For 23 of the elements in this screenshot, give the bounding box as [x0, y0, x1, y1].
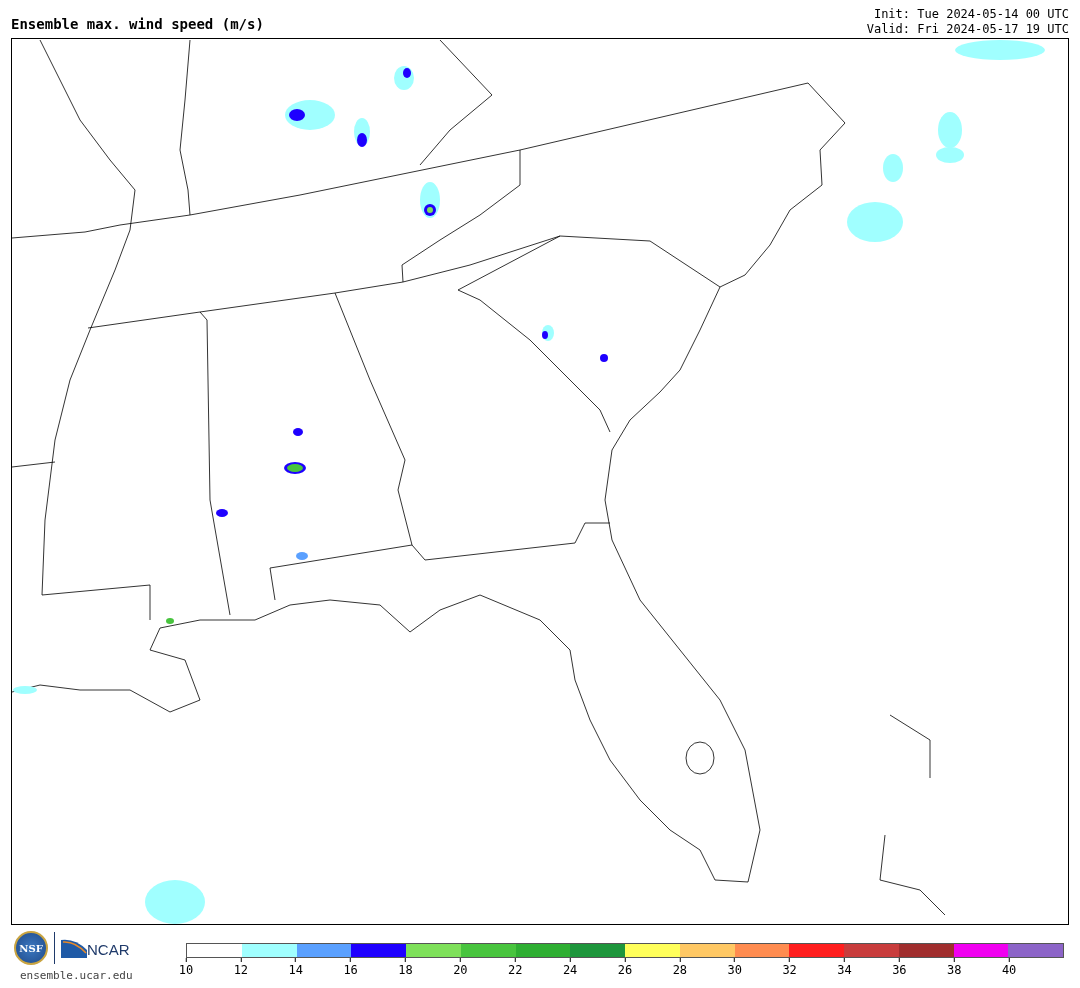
tick-label: 12 — [233, 963, 249, 977]
website-url: ensemble.ucar.edu — [19, 969, 134, 982]
tick-label: 14 — [288, 963, 303, 977]
tick-label: 26 — [617, 963, 633, 977]
logo-text: NCAR — [87, 942, 130, 958]
tick-label: 18 — [398, 963, 413, 977]
chart-title: Ensemble max. wind speed (m/s) — [11, 16, 264, 34]
tick-label: 30 — [727, 963, 742, 977]
tick-label: 40 — [1001, 963, 1017, 977]
valid-time: Valid: Fri 2024-05-17 19 UTC — [866, 22, 1069, 37]
tick-label: 32 — [782, 963, 797, 977]
tick-label: 36 — [892, 963, 907, 977]
tick-label: 10 — [178, 963, 194, 977]
tick-label: 16 — [343, 963, 358, 977]
tick-label: 28 — [672, 963, 688, 977]
tick-label: 22 — [508, 963, 523, 977]
tick-label: 20 — [453, 963, 468, 977]
tick-label: 24 — [562, 963, 578, 977]
tick-label: 34 — [837, 963, 852, 977]
init-time: Init: Tue 2024-05-14 00 UTC — [872, 7, 1069, 22]
tick-label: 38 — [947, 963, 962, 977]
seal-logo: NSF — [14, 931, 48, 965]
arc-logo-icon — [61, 938, 87, 958]
